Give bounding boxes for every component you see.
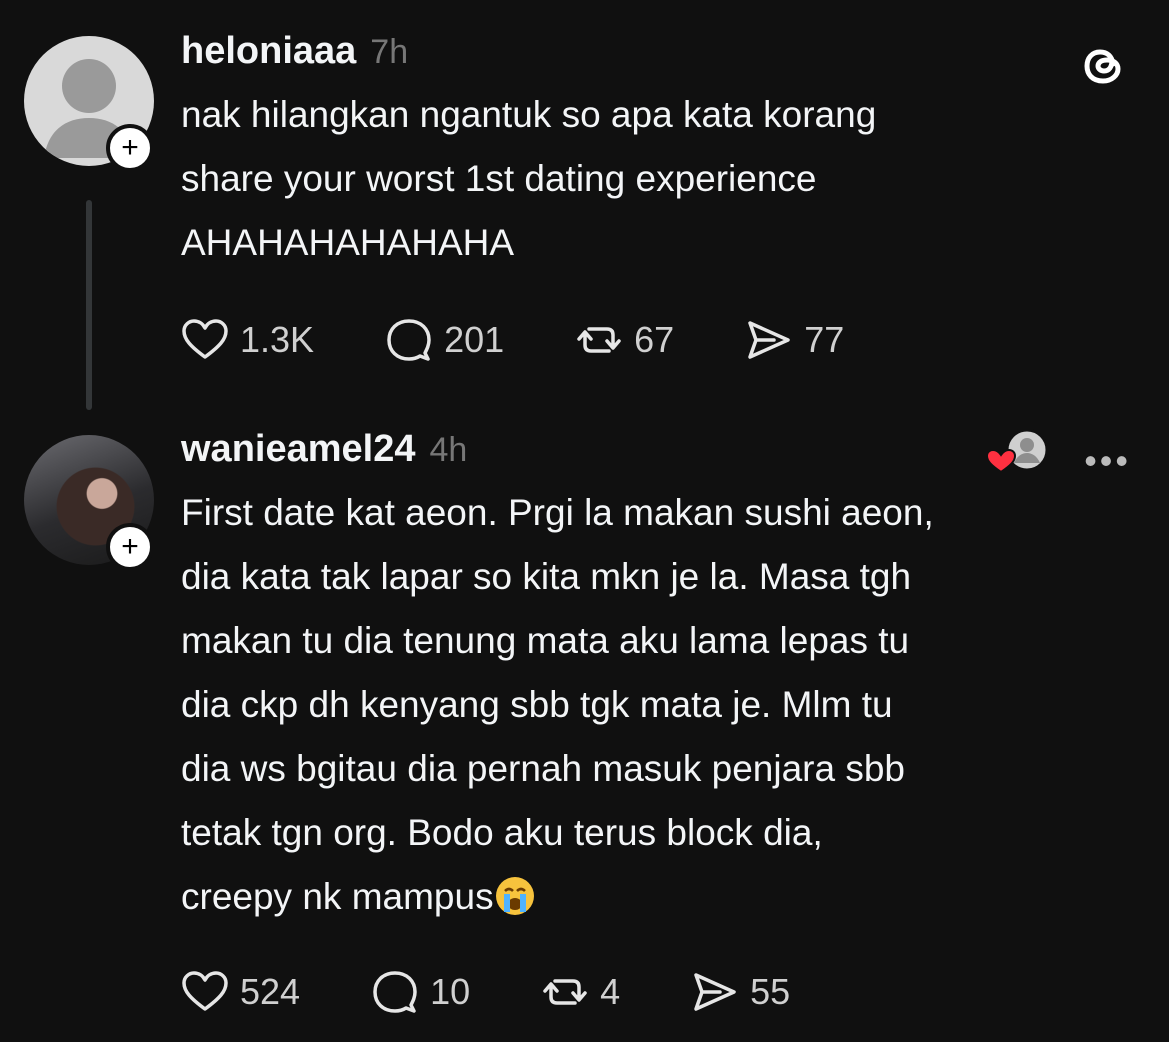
post1: heloniaaa 7h nak hilangkan ngantuk so ap…: [181, 30, 1129, 275]
send-icon: [748, 321, 790, 359]
post2-avatar-wrap[interactable]: +: [24, 435, 154, 571]
repost-count: 4: [600, 971, 621, 1012]
post-header: wanieamel24 4h: [181, 428, 1129, 471]
timestamp: 7h: [370, 33, 409, 71]
post1-actions: 1.3K 201 67 77: [180, 315, 914, 365]
speech-bubble-icon: [387, 319, 431, 361]
heart-icon: [182, 319, 228, 359]
thread-connector-line: [86, 200, 92, 410]
post-text: First date kat aeon. Prgi la makan sushi…: [181, 481, 1129, 929]
speech-bubble-icon: [373, 971, 417, 1013]
repost-button[interactable]: 67: [574, 315, 674, 365]
post2-actions: 524 10 4 55: [180, 967, 860, 1017]
loudly-crying-face-emoji: [495, 877, 534, 915]
like-count: 524: [240, 971, 301, 1012]
post1-avatar-wrap[interactable]: +: [24, 36, 154, 172]
share-button[interactable]: 55: [690, 967, 790, 1017]
post-header: heloniaaa 7h: [181, 30, 1129, 73]
comment-count: 10: [430, 971, 471, 1012]
repost-icon: [577, 327, 621, 353]
comment-button[interactable]: 10: [370, 967, 470, 1017]
repost-button[interactable]: 4: [540, 967, 620, 1017]
repost-icon: [543, 979, 587, 1005]
like-count: 1.3K: [240, 319, 315, 360]
username[interactable]: heloniaaa: [181, 30, 356, 73]
timestamp: 4h: [429, 431, 468, 469]
share-count: 55: [750, 971, 791, 1012]
heart-icon: [182, 971, 228, 1011]
username[interactable]: wanieamel24: [181, 428, 415, 471]
like-button[interactable]: 524: [180, 967, 300, 1017]
repost-count: 67: [634, 319, 675, 360]
follow-plus-button[interactable]: +: [106, 124, 154, 172]
post-text: nak hilangkan ngantuk so apa kata korang…: [181, 94, 877, 263]
follow-plus-button[interactable]: +: [106, 523, 154, 571]
post-text-content: First date kat aeon. Prgi la makan sushi…: [181, 492, 934, 917]
like-button[interactable]: 1.3K: [180, 315, 314, 365]
comment-button[interactable]: 201: [384, 315, 504, 365]
send-icon: [694, 973, 736, 1011]
comment-count: 201: [444, 319, 505, 360]
share-button[interactable]: 77: [744, 315, 844, 365]
post2: wanieamel24 4h First date kat aeon. Prgi…: [181, 428, 1129, 929]
share-count: 77: [804, 319, 845, 360]
